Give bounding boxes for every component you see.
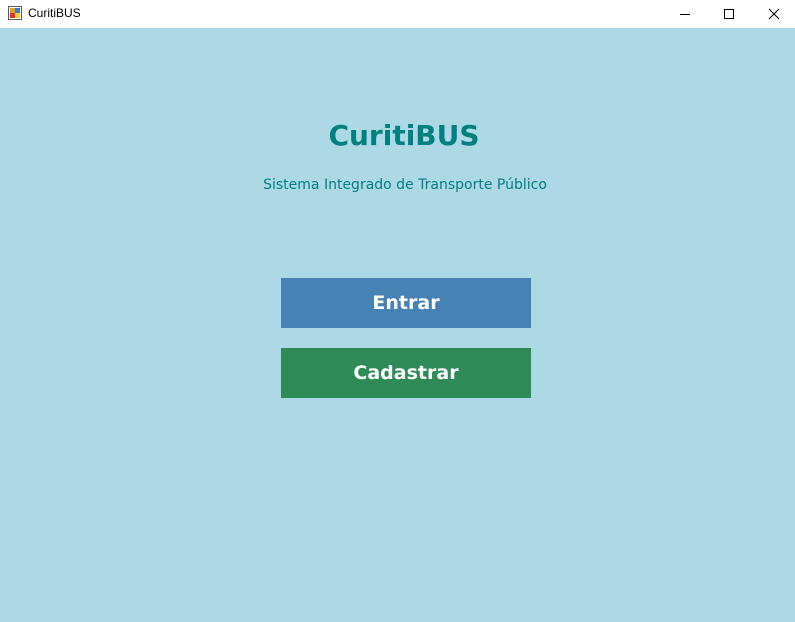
app-subtitle: Sistema Integrado de Transporte Público	[263, 177, 547, 193]
cadastrar-button[interactable]: Cadastrar	[281, 348, 531, 398]
entrar-button[interactable]: Entrar	[281, 278, 531, 328]
app-window: CuritiBUS CuritiBUS Sistema Integrado de…	[0, 0, 795, 622]
maximize-icon	[724, 9, 734, 19]
close-button[interactable]	[751, 0, 795, 28]
title-bar[interactable]: CuritiBUS	[0, 0, 795, 28]
window-title: CuritiBUS	[28, 6, 81, 20]
main-panel: CuritiBUS Sistema Integrado de Transport…	[0, 28, 795, 622]
close-icon	[768, 8, 780, 20]
minimize-icon	[680, 14, 690, 15]
app-title: CuritiBUS	[328, 119, 480, 152]
minimize-button[interactable]	[662, 0, 708, 28]
maximize-button[interactable]	[706, 0, 752, 28]
app-window-icon[interactable]	[8, 6, 22, 20]
